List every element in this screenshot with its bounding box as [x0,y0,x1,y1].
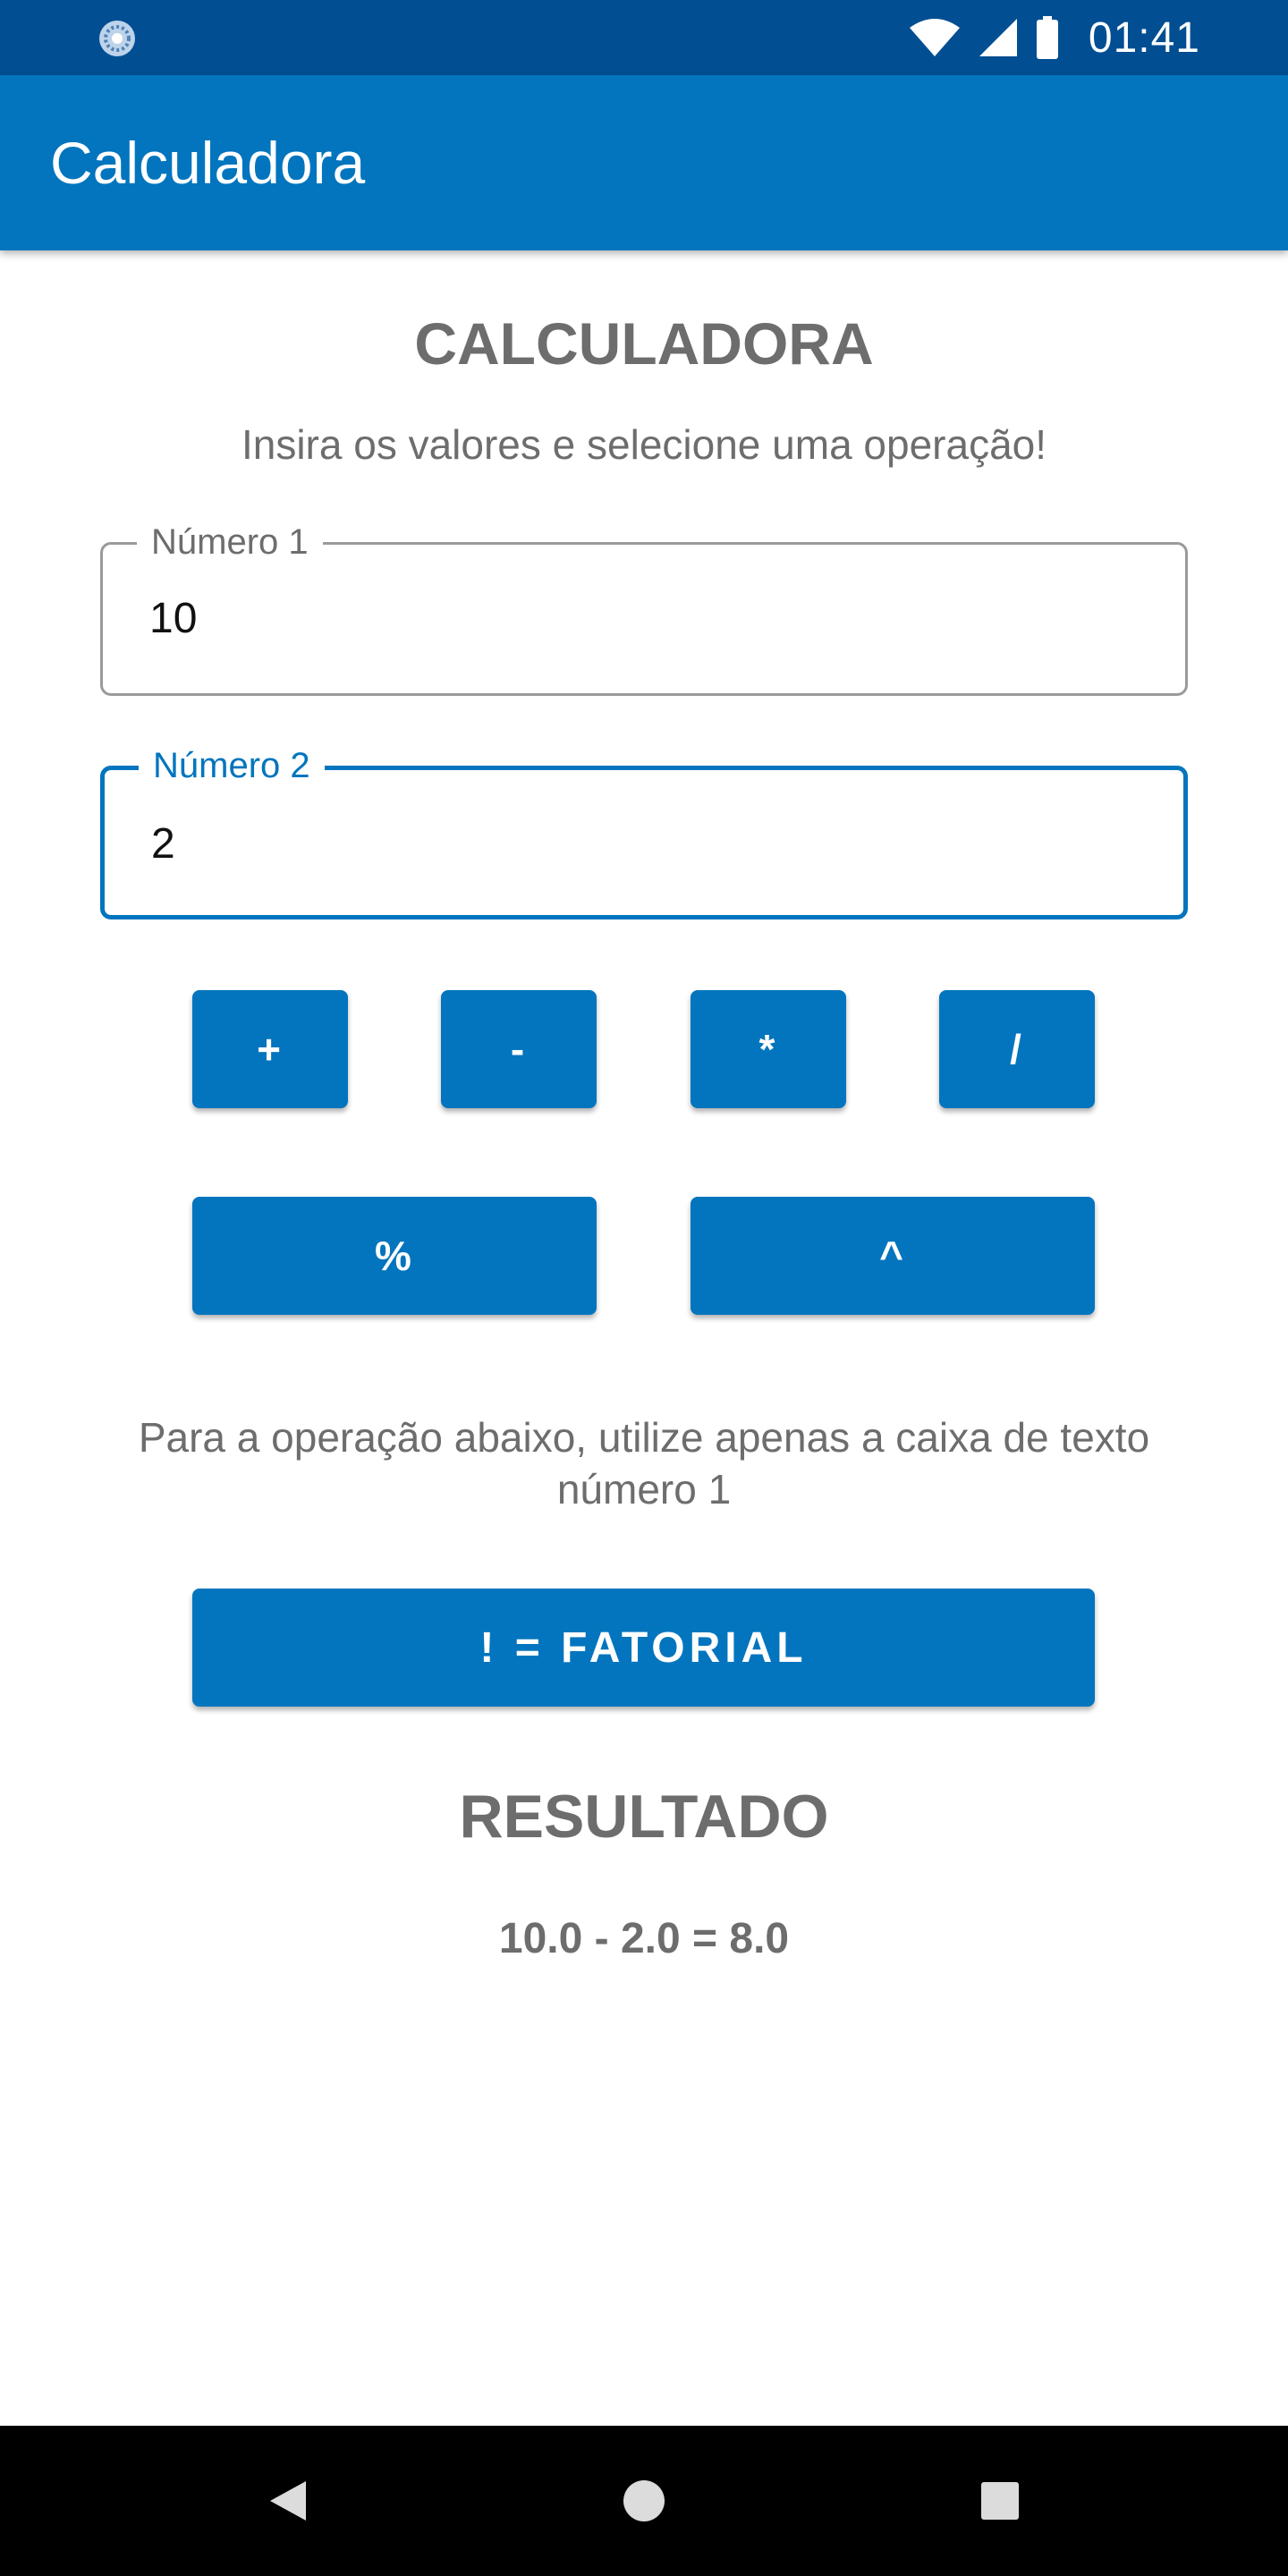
home-icon [623,2480,665,2521]
result-heading: RESULTADO [459,1783,829,1851]
battery-icon [1036,16,1058,59]
number2-field[interactable]: Número 2 [100,741,1188,919]
screen: 01:41 Calculadora CALCULADORA Insira os … [0,0,1288,2576]
number1-field[interactable]: Número 1 [100,518,1188,696]
number1-input[interactable] [149,582,1133,654]
nav-bar [0,2426,1288,2576]
result-value: 10.0 - 2.0 = 8.0 [498,1915,790,1962]
modulo-button[interactable]: % [192,1197,597,1315]
app-title: Calculadora [50,130,366,196]
add-button[interactable]: + [192,990,348,1108]
back-button[interactable] [216,2426,360,2576]
status-bar: 01:41 [0,0,1288,75]
number1-label: Número 1 [137,518,323,566]
recents-icon [981,2482,1019,2520]
factorial-note: Para a operação abaixo, utilize apenas a… [138,1414,1150,1513]
multiply-button[interactable]: * [691,990,846,1108]
divide-button[interactable]: / [939,990,1095,1108]
wifi-icon [909,19,960,56]
power-button[interactable]: ^ [691,1197,1095,1315]
back-icon [270,2481,306,2521]
app-notification-icon [99,21,135,56]
app-bar: Calculadora [0,75,1288,250]
page-subtitle: Insira os valores e selecione uma operaç… [241,421,1047,468]
number2-label: Número 2 [139,741,325,790]
status-time: 01:41 [1088,13,1200,62]
factorial-button[interactable]: ! = FATORIAL [192,1589,1095,1707]
number2-input[interactable] [151,808,1135,879]
subtract-button[interactable]: - [441,990,597,1108]
status-icons: 01:41 [908,0,1200,75]
page-heading: CALCULADORA [414,310,874,377]
recents-button[interactable] [928,2426,1072,2576]
home-button[interactable] [572,2426,716,2576]
signal-icon [979,19,1017,56]
